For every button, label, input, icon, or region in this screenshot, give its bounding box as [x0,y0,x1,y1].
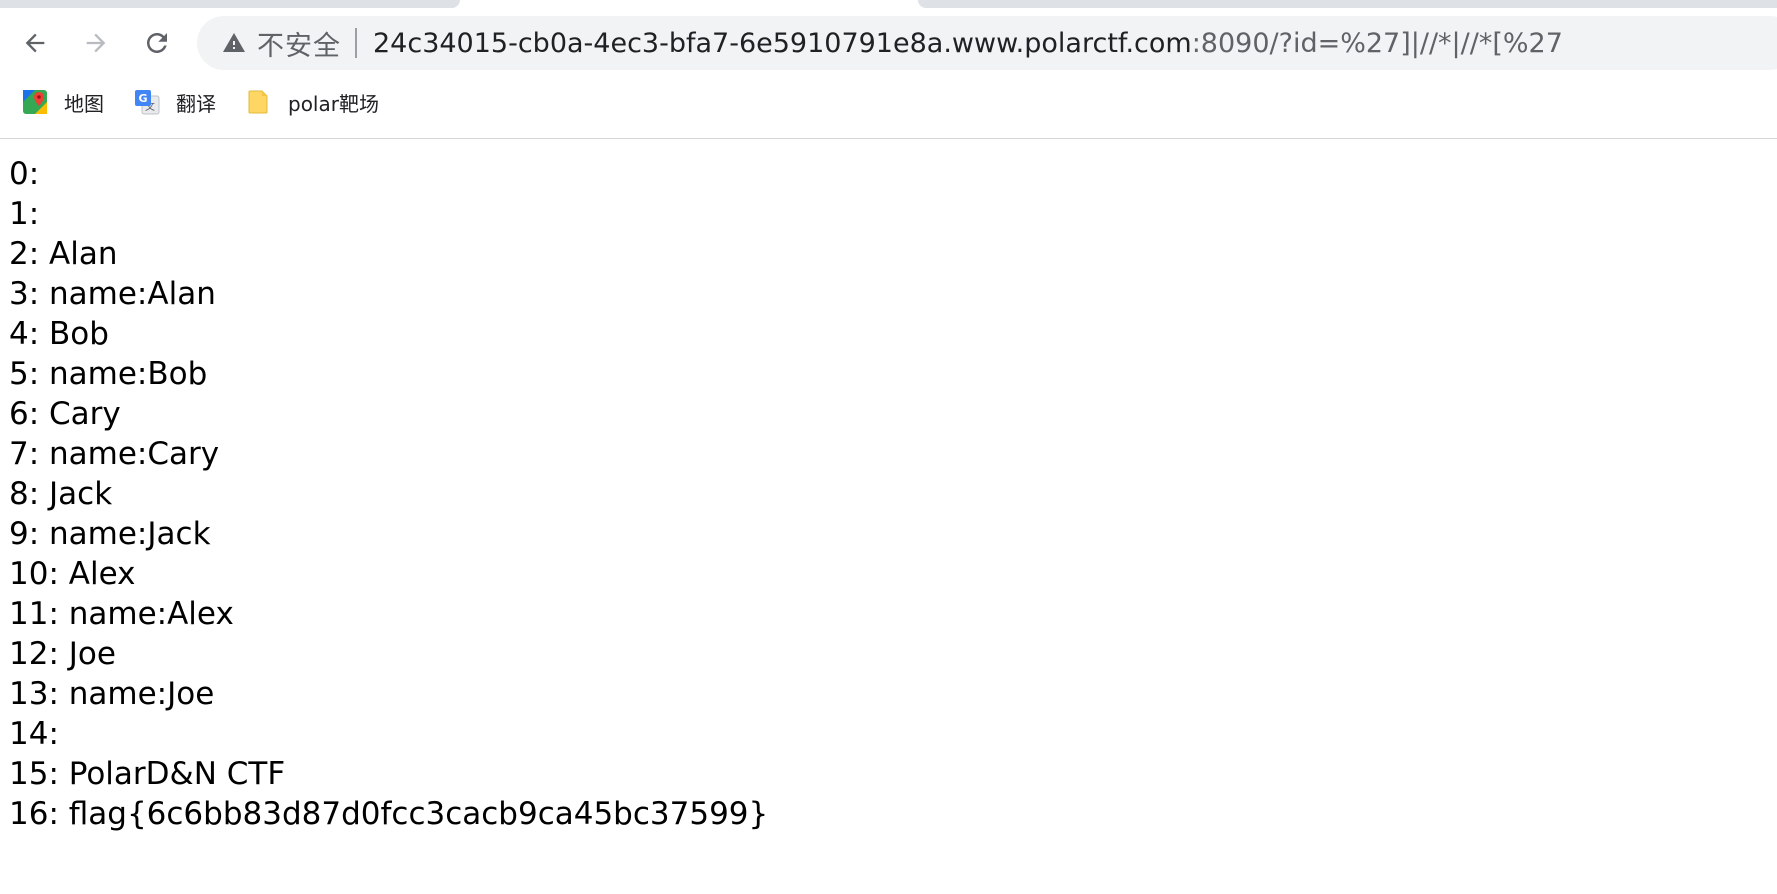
bookmark-label: polar靶场 [288,91,379,116]
address-bar[interactable]: 不安全 24c34015-cb0a-4ec3-bfa7-6e5910791e8a… [197,16,1777,70]
bookmark-label: 翻译 [176,91,216,116]
forward-button[interactable] [77,24,115,62]
bookmark-translate[interactable]: 文 G 翻译 [124,82,224,122]
security-status-label[interactable]: 不安全 [257,24,341,63]
bookmark-label: 地图 [64,91,104,116]
result-line: 10: Alex [9,556,136,592]
url-text[interactable]: 24c34015-cb0a-4ec3-bfa7-6e5910791e8a.www… [373,28,1563,59]
result-line: 15: PolarD&N CTF [9,756,286,792]
result-line: 2: Alan [9,236,118,272]
result-line: 5: name:Bob [9,356,208,392]
bookmark-maps[interactable]: 地图 [12,82,112,122]
result-line: 1: [9,196,50,232]
reload-icon [142,28,172,58]
browser-chrome: 不安全 24c34015-cb0a-4ec3-bfa7-6e5910791e8a… [0,0,1777,139]
omnibox-divider [355,28,357,58]
result-line: 4: Bob [9,316,109,352]
browser-toolbar: 不安全 24c34015-cb0a-4ec3-bfa7-6e5910791e8a… [0,8,1777,76]
tab-left[interactable] [0,0,460,8]
bookmark-polar-range[interactable]: polar靶场 [236,82,387,122]
url-host: 24c34015-cb0a-4ec3-bfa7-6e5910791e8a.www… [373,27,1192,59]
tab-right[interactable] [918,0,1777,8]
warning-triangle-icon[interactable] [221,30,247,56]
result-line: 7: name:Cary [9,436,220,472]
result-line: 8: Jack [9,476,113,512]
svg-text:G: G [138,92,147,105]
result-line: 9: name:Jack [9,516,211,552]
flag-line: 16: flag{6c6bb83d87d0fcc3cacb9ca45bc3759… [9,796,769,832]
result-line: 14: [9,716,69,752]
result-line: 3: name:Alan [9,276,216,312]
back-button[interactable] [16,24,54,62]
query-results: 0: 1: 2: Alan 3: name:Alan 4: Bob 5: nam… [9,154,1769,834]
maps-icon [20,87,50,117]
folder-icon [244,87,274,117]
tab-strip [0,0,1777,8]
result-line: 6: Cary [9,396,121,432]
translate-icon: 文 G [132,87,162,117]
forward-arrow-icon [82,29,110,57]
reload-button[interactable] [138,24,176,62]
back-arrow-icon [21,29,49,57]
result-line: 13: name:Joe [9,676,215,712]
result-line: 0: [9,156,50,192]
bookmarks-bar: 地图 文 G 翻译 polar靶场 [0,76,1777,128]
result-line: 12: Joe [9,636,116,672]
result-line: 11: name:Alex [9,596,234,632]
url-path: :8090/?id=%27]|//*|//*[%27 [1191,27,1563,59]
